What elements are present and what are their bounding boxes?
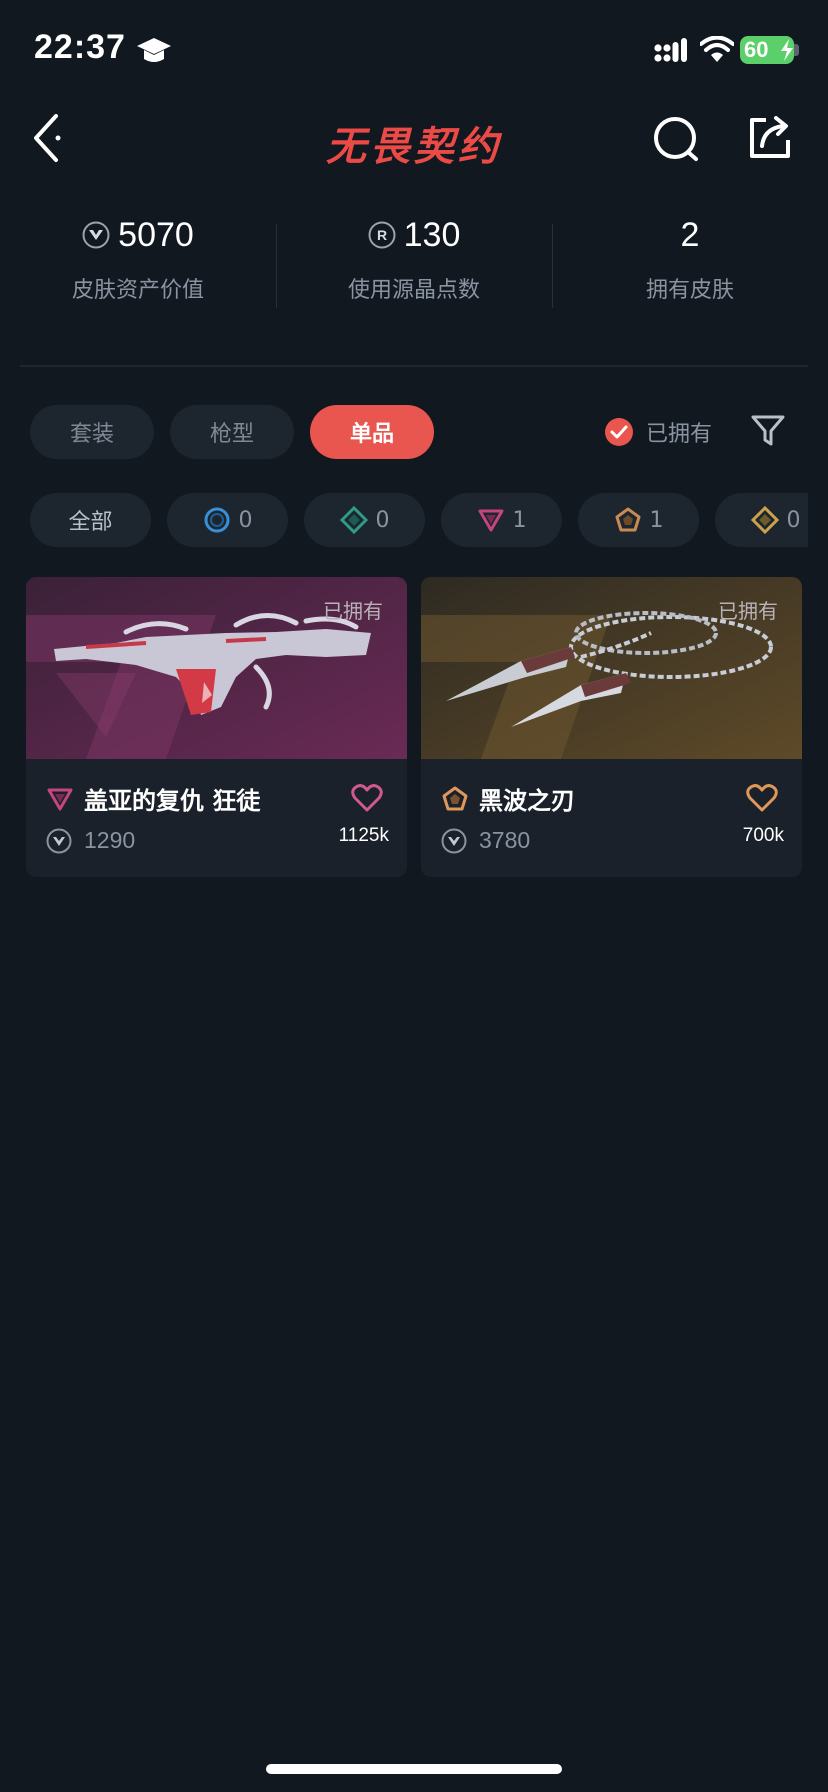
- battery-cap: [794, 44, 799, 56]
- item-name: 盖亚的复仇 狂徒: [84, 787, 261, 815]
- svg-text:R: R: [377, 227, 387, 243]
- chip-label: 全部: [68, 510, 113, 535]
- item-price: 1290: [84, 827, 136, 853]
- stat-value: 5070: [118, 215, 194, 254]
- tab-bundles[interactable]: 套装: [30, 405, 154, 459]
- item-title-row: 盖亚的复仇 狂徒: [46, 781, 260, 816]
- valorant-point-icon: [441, 828, 467, 853]
- stat-value: 2: [680, 215, 700, 254]
- tab-single-items[interactable]: 单品: [310, 405, 434, 459]
- stat-label: 皮肤资产价值: [71, 278, 204, 303]
- rarity-chip-all[interactable]: 全部: [30, 493, 151, 547]
- graduation-cap-icon: [137, 38, 171, 62]
- category-tabs: 套装 枪型 单品: [30, 405, 434, 459]
- chip-count: 1: [512, 507, 527, 533]
- radianite-icon: R: [368, 221, 396, 249]
- item-card[interactable]: 已拥有 盖亚的复仇 狂徒 1290 1125k: [26, 577, 407, 877]
- stat-label: 使用源晶点数: [347, 278, 480, 303]
- stat-label: 拥有皮肤: [645, 278, 734, 303]
- chip-count: 0: [238, 507, 253, 533]
- owned-badge: 已拥有: [323, 599, 383, 623]
- chip-count: 0: [786, 507, 801, 533]
- page-title: 无畏契约: [326, 124, 502, 170]
- status-bar: 22:37 60: [0, 0, 828, 100]
- owned-filter-toggle[interactable]: 已拥有: [604, 414, 712, 450]
- item-name: 黑波之刃: [479, 787, 575, 815]
- owned-badge: 已拥有: [718, 599, 778, 623]
- item-price: 3780: [479, 827, 531, 853]
- rarity-chip-deluxe[interactable]: 0: [304, 493, 425, 547]
- owned-filter-label: 已拥有: [646, 422, 713, 447]
- deluxe-tier-icon: [339, 506, 368, 534]
- premium-tier-icon: [47, 788, 73, 810]
- filter-icon[interactable]: [750, 412, 786, 448]
- tab-weapon-type[interactable]: 枪型: [170, 405, 294, 459]
- exclusive-tier-icon: [615, 507, 640, 532]
- cellular-signal-icon: [654, 38, 687, 62]
- heart-icon[interactable]: [351, 783, 383, 813]
- rarity-chip-exclusive[interactable]: 1: [578, 493, 699, 547]
- like-count: 700k: [742, 825, 784, 846]
- rarity-chip-ultra[interactable]: 0: [715, 493, 808, 547]
- item-image-gaia-vandal: 已拥有: [26, 577, 407, 759]
- chip-count: 1: [649, 507, 664, 533]
- stat-skin-value: 5070 皮肤资产价值: [0, 210, 276, 320]
- checked-circle-icon[interactable]: [604, 417, 634, 447]
- item-price-row: 3780: [441, 827, 530, 854]
- rarity-chip-select[interactable]: 0: [167, 493, 288, 547]
- item-price-row: 1290: [46, 827, 135, 854]
- stat-owned-skins: 2 拥有皮肤: [552, 210, 828, 320]
- stat-radianite: R 130 使用源晶点数: [276, 210, 552, 320]
- valorant-point-icon: [82, 221, 110, 249]
- stat-value: 130: [403, 215, 461, 254]
- item-card[interactable]: 已拥有 黑波之刃 3780 700k: [421, 577, 802, 877]
- premium-tier-icon: [478, 509, 503, 532]
- divider: [20, 365, 808, 367]
- select-tier-icon: [204, 507, 229, 533]
- exclusive-tier-icon: [442, 786, 468, 810]
- battery-indicator: 60: [740, 36, 794, 64]
- item-grid: 已拥有 盖亚的复仇 狂徒 1290 1125k 已拥有 黑波之刃 3780 70…: [26, 577, 802, 877]
- item-title-row: 黑波之刃: [441, 781, 575, 816]
- valorant-point-icon: [46, 828, 72, 853]
- rarity-chip-premium[interactable]: 1: [441, 493, 562, 547]
- chip-count: 0: [375, 507, 390, 533]
- home-indicator[interactable]: [266, 1764, 562, 1774]
- share-icon[interactable]: [744, 112, 794, 162]
- wifi-icon: [700, 36, 734, 62]
- nav-bar: 无畏契约: [0, 100, 828, 180]
- status-time: 22:37: [34, 28, 126, 66]
- search-icon[interactable]: [652, 114, 702, 164]
- item-image-black-wave-knife: 已拥有: [421, 577, 802, 759]
- heart-icon[interactable]: [746, 783, 778, 813]
- ultra-tier-icon: [750, 506, 779, 534]
- stats-row: 5070 皮肤资产价值 R 130 使用源晶点数 2 拥有皮肤: [0, 210, 828, 320]
- like-count: 1125k: [338, 825, 389, 846]
- rarity-filter-bar: 全部 0 0 1 1 0: [30, 493, 808, 547]
